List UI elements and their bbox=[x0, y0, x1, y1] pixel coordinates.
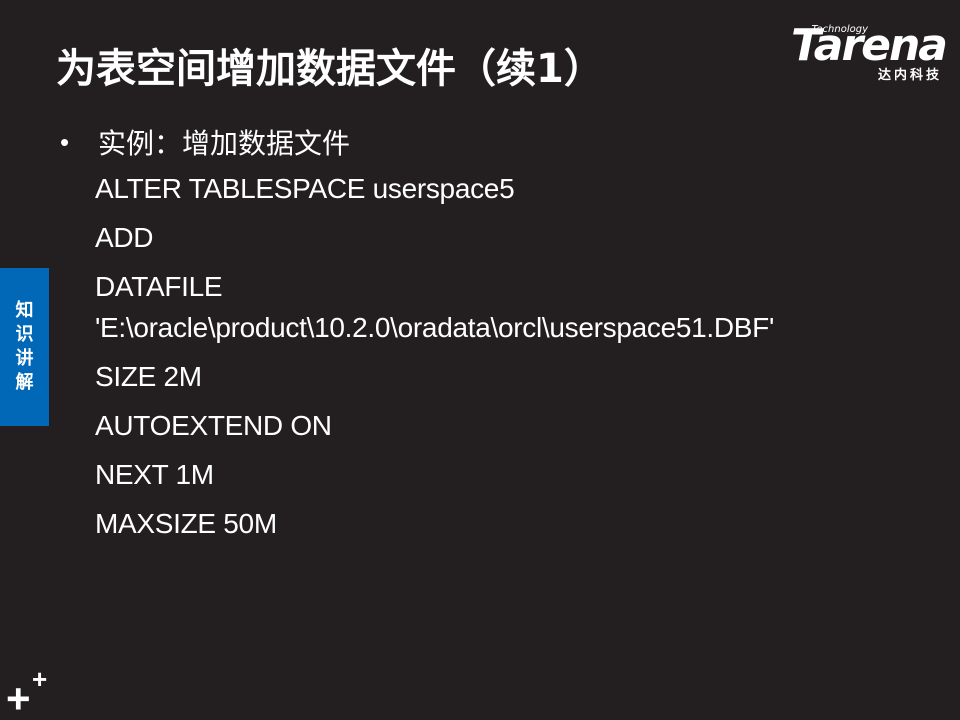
section-tab-char: 讲 bbox=[15, 348, 34, 369]
logo-chinese-name: 达内科技 bbox=[877, 68, 942, 83]
logo-wordmark: Tarena bbox=[790, 20, 948, 71]
section-tab-char: 知 bbox=[15, 300, 34, 321]
slide-content: • 实例：增加数据文件 ALTER TABLESPACE userspace5 … bbox=[56, 120, 936, 541]
bullet-dot-icon: • bbox=[60, 126, 70, 157]
code-line: NEXT 1M bbox=[95, 459, 214, 490]
code-line: DATAFILE bbox=[95, 271, 223, 302]
section-tab-char: 解 bbox=[15, 372, 34, 393]
code-line: AUTOEXTEND ON bbox=[95, 410, 332, 441]
slide-title: 为表空间增加数据文件（续1） bbox=[56, 46, 604, 92]
code-line: 'E:\oracle\product\10.2.0\oradata\orcl\u… bbox=[95, 312, 775, 343]
code-line: ADD bbox=[95, 222, 154, 253]
slide: 为表空间增加数据文件（续1） Technology Tarena 达内科技 知 … bbox=[0, 0, 960, 720]
code-line: SIZE 2M bbox=[95, 361, 202, 392]
plus-icon-small: + bbox=[32, 664, 48, 694]
code-line: ALTER TABLESPACE userspace5 bbox=[95, 173, 515, 204]
bullet-item: • 实例：增加数据文件 bbox=[56, 120, 936, 164]
tarena-logo: Technology Tarena 达内科技 bbox=[776, 20, 948, 86]
bullet-text: 实例：增加数据文件 bbox=[98, 127, 351, 160]
plus-icon-large: + bbox=[6, 675, 31, 720]
code-line: MAXSIZE 50M bbox=[95, 508, 277, 539]
section-tab: 知 识 讲 解 bbox=[0, 268, 49, 426]
section-tab-char: 识 bbox=[15, 324, 34, 345]
